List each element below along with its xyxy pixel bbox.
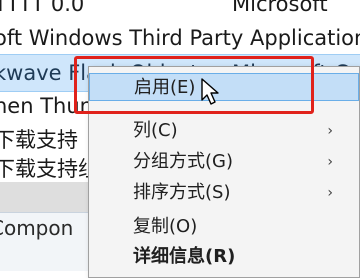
table-row[interactable]: oft Windows Third Party Application C (0, 20, 360, 56)
row-company: Microsoft (232, 0, 328, 16)
menu-item-details[interactable]: 详细信息(R) (89, 243, 359, 271)
menu-item-copy[interactable]: 复制(O) (89, 213, 359, 241)
table-row[interactable]: TTTT 0.0 Microsoft (0, 0, 360, 22)
menu-item-label: 详细信息(R) (133, 246, 236, 267)
menu-item-sort-by[interactable]: 排序方式(S) › (89, 179, 359, 207)
submenu-arrow-icon: › (327, 123, 333, 139)
highlight-box (74, 56, 314, 114)
row-name: oft Windows Third Party Application C (0, 26, 360, 50)
submenu-arrow-icon: › (327, 185, 333, 201)
menu-item-columns[interactable]: 列(C) › (89, 117, 359, 145)
row-name: TTTT 0.0 (0, 0, 85, 16)
menu-item-group-by[interactable]: 分组方式(G) › (89, 148, 359, 176)
mouse-cursor-icon (201, 78, 219, 105)
details-text: Compon (0, 216, 74, 240)
submenu-arrow-icon: › (327, 154, 333, 170)
menu-item-label: 列(C) (133, 120, 178, 141)
menu-item-label: 排序方式(S) (133, 182, 231, 203)
row-name: 下载支持 (0, 128, 78, 152)
menu-item-label: 复制(O) (133, 216, 198, 237)
menu-item-label: 分组方式(G) (133, 151, 233, 172)
